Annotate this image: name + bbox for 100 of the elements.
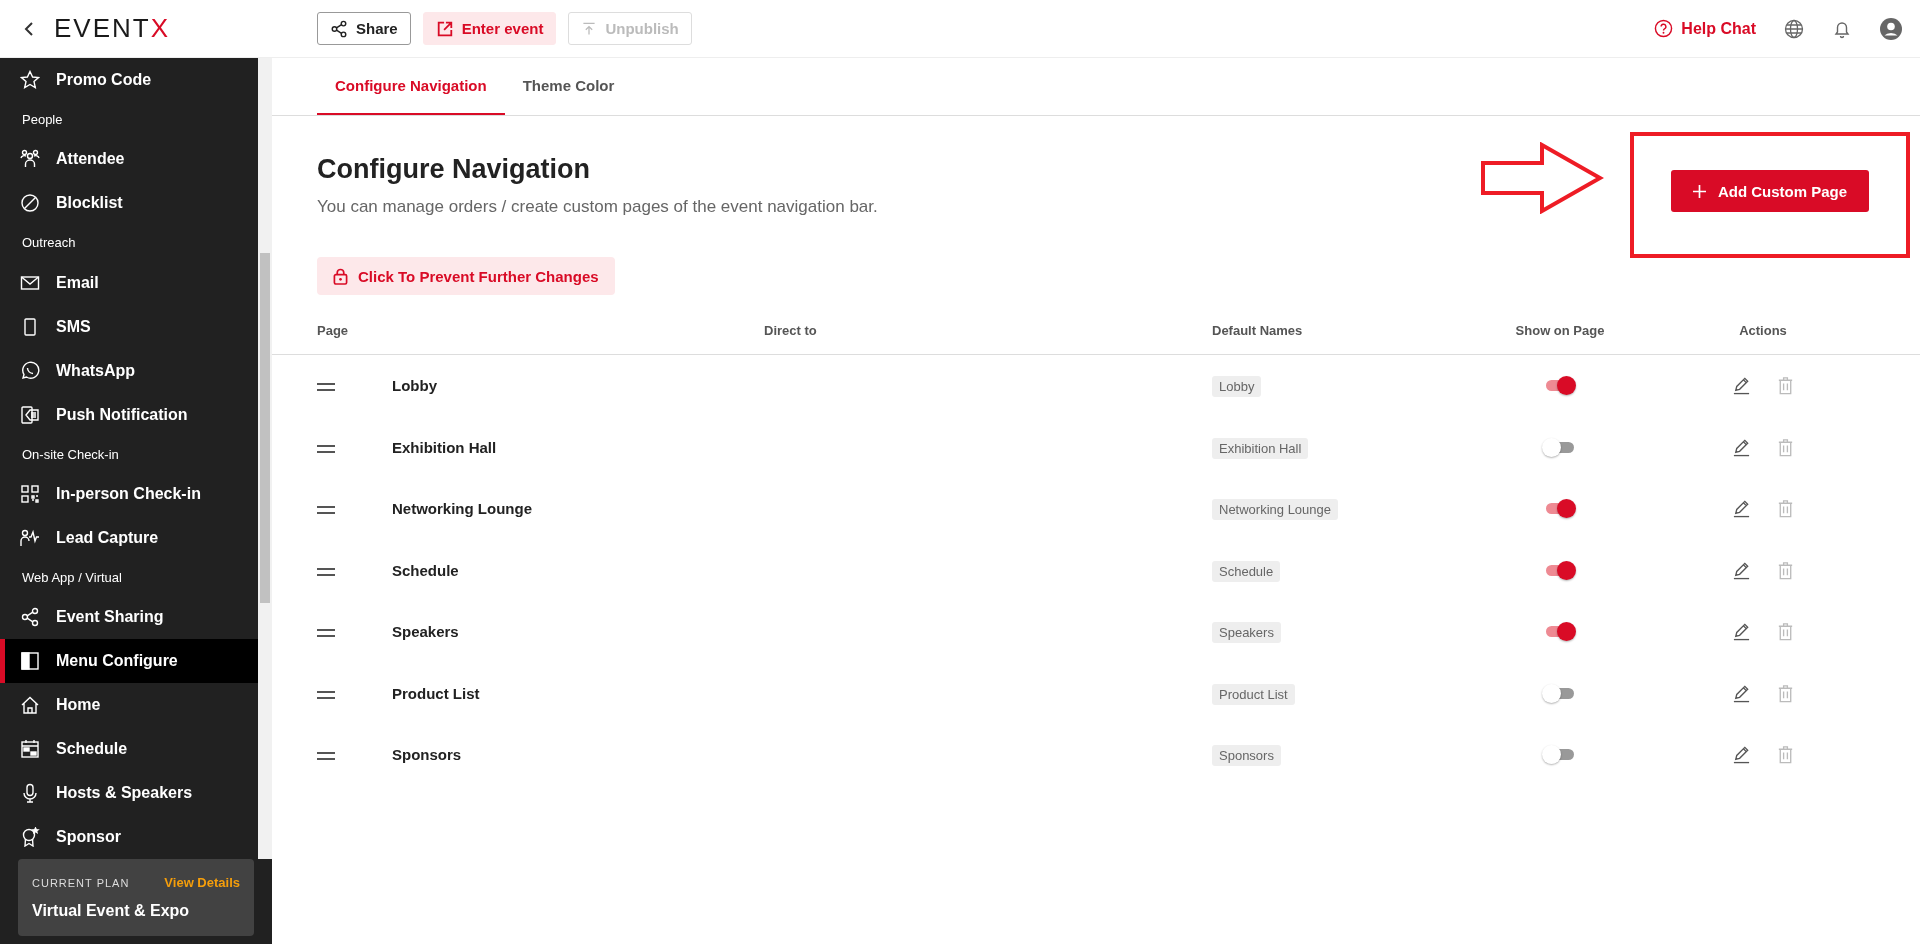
edit-icon[interactable]: [1731, 437, 1751, 457]
notification-icon: [20, 404, 40, 425]
plan-name: Virtual Event & Expo: [32, 902, 191, 920]
sidebar-panel-icon: [20, 651, 40, 671]
sidebar-item-label: Event Sharing: [56, 608, 164, 626]
edit-icon[interactable]: [1731, 560, 1751, 580]
column-header: Show on Page: [1514, 322, 1606, 338]
page-name: Exhibition Hall: [392, 438, 498, 456]
toolbar-button[interactable]: Enter event: [422, 12, 557, 45]
page-heading: Configure Navigation: [317, 154, 591, 185]
sidebar-item-label: Email: [56, 273, 99, 292]
sidebar-item[interactable]: Event Sharing: [0, 595, 258, 639]
edit-icon[interactable]: [1731, 683, 1751, 703]
edit-icon[interactable]: [1731, 499, 1751, 519]
person-pulse-icon: [20, 527, 40, 548]
sidebar-item-label: Hosts & Speakers: [56, 784, 193, 802]
drag-handle-icon[interactable]: [317, 629, 335, 638]
tab[interactable]: Theme Color: [504, 58, 633, 115]
sidebar-item-label: SMS: [56, 317, 91, 336]
page-name: Speakers: [392, 623, 460, 641]
sidebar-item-label: Menu Configure: [56, 652, 178, 670]
award-icon: [20, 827, 40, 847]
avatar-icon[interactable]: [1880, 17, 1902, 40]
page-name: Lobby: [392, 377, 438, 395]
drag-handle-icon[interactable]: [317, 506, 335, 515]
default-name-tag: Exhibition Hall: [1212, 437, 1309, 459]
lock-icon: [333, 267, 348, 285]
tab[interactable]: Configure Navigation: [317, 58, 505, 115]
blocked-icon: [20, 193, 40, 214]
external-link-icon: [435, 19, 454, 38]
sidebar-item-label: WhatsApp: [56, 361, 136, 380]
help-chat-link[interactable]: Help Chat: [1654, 19, 1756, 38]
drag-handle-icon[interactable]: [317, 383, 335, 392]
edit-icon[interactable]: [1731, 376, 1751, 396]
sidebar-item-label: Home: [56, 696, 101, 714]
drag-handle-icon[interactable]: [317, 752, 335, 761]
sidebar-item[interactable]: Email: [0, 260, 258, 305]
plus-icon: [1692, 184, 1706, 198]
share-icon: [20, 607, 40, 627]
help-icon: [1654, 19, 1674, 38]
sidebar-section-label: People: [21, 111, 64, 130]
sidebar-item[interactable]: Menu Configure: [0, 639, 258, 683]
scrollbar[interactable]: [258, 58, 272, 859]
column-header: Default Names: [1212, 322, 1304, 338]
sidebar-section-label: On-site Check-in: [21, 445, 120, 464]
sidebar-item[interactable]: Hosts & Speakers: [0, 771, 258, 815]
sidebar-item[interactable]: WhatsApp: [0, 348, 258, 393]
sidebar-item-label: Blocklist: [56, 194, 123, 213]
default-name-tag: Speakers: [1212, 622, 1281, 644]
drag-handle-icon[interactable]: [317, 690, 335, 699]
default-name-tag: Lobby: [1212, 376, 1262, 398]
plan-label: CURRENT PLAN: [32, 876, 130, 889]
view-details-link[interactable]: View Details: [164, 875, 240, 890]
add-custom-page-button[interactable]: Add Custom Page: [1670, 170, 1870, 212]
sidebar-item[interactable]: Schedule: [0, 727, 258, 771]
page-name: Sponsors: [392, 746, 463, 764]
sidebar-item-label: Lead Capture: [56, 528, 159, 547]
sidebar-item-label: Attendee: [56, 150, 125, 169]
drag-handle-icon[interactable]: [317, 567, 335, 576]
sidebar-item[interactable]: Lead Capture: [0, 515, 258, 560]
chat-bubble-icon: [20, 360, 40, 381]
toolbar-button[interactable]: Share: [317, 12, 411, 45]
drag-handle-icon[interactable]: [317, 444, 335, 453]
lock-button[interactable]: Click To Prevent Further Changes: [317, 257, 615, 295]
default-name-tag: Sponsors: [1212, 745, 1281, 767]
sidebar-item-label: In-person Check-in: [56, 484, 201, 503]
microphone-icon: [20, 783, 40, 803]
logo: EVENTX: [54, 13, 171, 44]
globe-icon[interactable]: [1784, 18, 1804, 39]
sidebar-item[interactable]: SMS: [0, 304, 258, 349]
upload-icon: [581, 20, 598, 37]
column-header: Page: [317, 322, 350, 338]
sidebar-item-label: Push Notification: [56, 405, 188, 424]
sidebar-item[interactable]: Push Notification: [0, 392, 258, 437]
star-icon: [20, 70, 40, 90]
sidebar-item-label: Sponsor: [56, 828, 121, 846]
sidebar-item[interactable]: Blocklist: [0, 181, 258, 226]
sidebar-item-label: Schedule: [56, 740, 128, 758]
people-icon: [20, 149, 40, 170]
sidebar-section-label: Web App / Virtual: [21, 568, 123, 587]
column-header: Actions: [1738, 322, 1788, 338]
sidebar-item[interactable]: In-person Check-in: [0, 471, 258, 516]
sidebar-section-label: Outreach: [21, 234, 77, 253]
sidebar-item[interactable]: Home: [0, 683, 258, 727]
page-subtitle: You can manage orders / create custom pages of the event navigation bar.: [317, 197, 879, 217]
default-name-tag: Networking Lounge: [1212, 499, 1339, 521]
calendar-icon: [20, 739, 40, 759]
default-name-tag: Schedule: [1212, 560, 1281, 582]
qr-code-icon: [20, 483, 40, 504]
edit-icon[interactable]: [1731, 622, 1751, 642]
default-name-tag: Product List: [1212, 683, 1295, 705]
sidebar-item[interactable]: Attendee: [0, 137, 258, 182]
edit-icon[interactable]: [1731, 745, 1751, 765]
back-chevron-icon[interactable]: [24, 20, 34, 37]
share-icon: [330, 19, 348, 38]
home-icon: [20, 695, 40, 715]
sidebar-item[interactable]: Sponsor: [0, 815, 258, 859]
sidebar-item-label: Promo Code: [56, 71, 152, 89]
page-name: Product List: [392, 684, 481, 702]
sidebar-item[interactable]: Promo Code: [0, 58, 258, 102]
